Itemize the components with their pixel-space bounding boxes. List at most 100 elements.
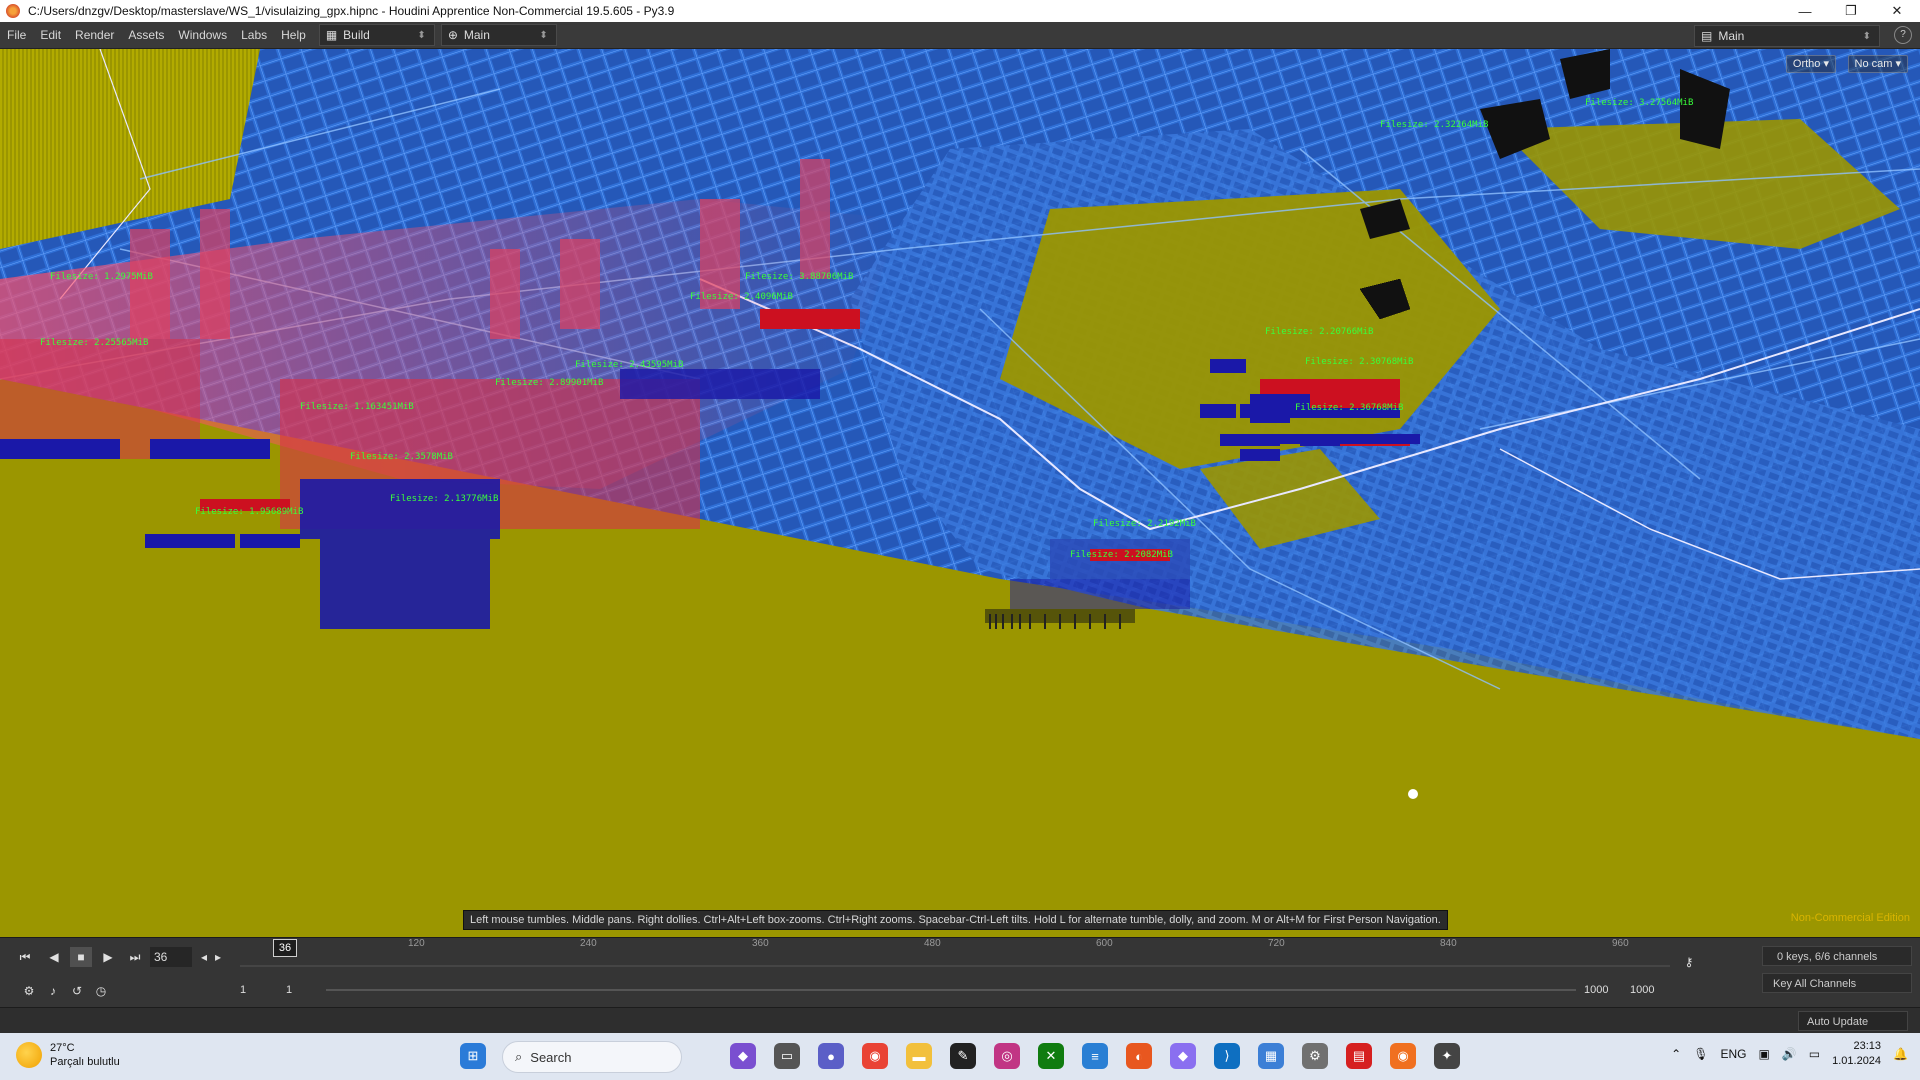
tick-label: 480 xyxy=(924,938,941,949)
filesize-label: Filesize: 1.2975MiB xyxy=(50,272,153,282)
noncommercial-label: Non-Commercial Edition xyxy=(1790,912,1910,924)
weather-widget[interactable]: 27°C Parçalı bulutlu xyxy=(16,1041,120,1069)
instagram-icon[interactable]: ◎ xyxy=(994,1043,1020,1069)
range-start-field-2[interactable]: 1 xyxy=(286,981,292,999)
volume-icon[interactable]: 🔊 xyxy=(1782,1047,1797,1061)
teams-icon[interactable]: ● xyxy=(818,1043,844,1069)
notepad-icon[interactable]: ≡ xyxy=(1082,1043,1108,1069)
filesize-label: Filesize: 2.2082MiB xyxy=(1070,550,1173,560)
git-icon[interactable]: ◆ xyxy=(1170,1043,1196,1069)
key-icon[interactable]: ⚷ xyxy=(1678,952,1700,972)
xbox-icon[interactable]: ✕ xyxy=(1038,1043,1064,1069)
houdini-app-icon xyxy=(6,4,20,18)
updown-arrows-icon: ⬍ xyxy=(417,29,426,41)
system-tray: ⌃ 🎙 ENG ▣ 🔊 ▭ 23:13 1.01.2024 🔔 xyxy=(1671,1039,1908,1069)
menu-windows[interactable]: Windows xyxy=(171,28,234,42)
tick-label: 240 xyxy=(580,938,597,949)
playhead[interactable]: 36 xyxy=(273,939,297,957)
menu-edit[interactable]: Edit xyxy=(33,28,68,42)
filesize-label: Filesize: 2.3578MiB xyxy=(350,452,453,462)
desktop-icon: ▤ xyxy=(1701,29,1713,43)
pdf-icon[interactable]: ▤ xyxy=(1346,1043,1372,1069)
weather-text: 27°C Parçalı bulutlu xyxy=(50,1041,120,1069)
key-all-channels-button[interactable]: Key All Channels xyxy=(1762,973,1912,993)
range-slider[interactable] xyxy=(326,989,1576,991)
next-key-icon[interactable]: ▸ xyxy=(212,947,224,967)
weather-temp: 27°C xyxy=(50,1042,75,1054)
current-frame-field[interactable]: 36 xyxy=(150,947,192,967)
realtime-toggle-icon[interactable]: ⚙ xyxy=(18,981,40,1001)
menu-labs[interactable]: Labs xyxy=(234,28,274,42)
play-icon[interactable]: ▶ xyxy=(97,947,119,967)
scene-render: Filesize: 1.2975MiB Filesize: 2.25565MiB… xyxy=(0,49,1920,937)
clock-icon[interactable]: ◷ xyxy=(90,981,112,1001)
filesize-label: Filesize: 1.163451MiB xyxy=(300,402,414,412)
updown-arrows-icon: ⬍ xyxy=(539,29,548,41)
battery-icon[interactable]: ▭ xyxy=(1809,1047,1820,1061)
notification-bell-icon[interactable]: 🔔 xyxy=(1893,1047,1908,1061)
taskbar-clock[interactable]: 23:13 1.01.2024 xyxy=(1832,1039,1881,1069)
chevron-up-icon[interactable]: ⌃ xyxy=(1671,1047,1681,1061)
houdini-taskbar-icon[interactable]: ◉ xyxy=(1390,1043,1416,1069)
davinci-icon[interactable]: ✦ xyxy=(1434,1043,1460,1069)
range-start-field[interactable]: 1 xyxy=(240,981,246,999)
file-explorer-icon[interactable]: ▬ xyxy=(906,1043,932,1069)
vscode-icon[interactable]: ⟩ xyxy=(1214,1043,1240,1069)
screen-icon[interactable]: ▦ xyxy=(1258,1043,1284,1069)
range-end-field-2[interactable]: 1000 xyxy=(1630,981,1654,999)
timeline-panel: ⏮ ◀ ■ ▶ ⏭ 36 ◂ ▸ 120 240 360 480 600 720… xyxy=(0,937,1920,1008)
minimize-button[interactable]: — xyxy=(1782,0,1828,22)
tick-label: 720 xyxy=(1268,938,1285,949)
status-bar: Auto Update xyxy=(0,1007,1920,1034)
auto-update-selector[interactable]: Auto Update xyxy=(1798,1011,1908,1031)
ortho-view-button[interactable]: Ortho ▾ xyxy=(1785,55,1836,73)
scene-viewport[interactable]: Filesize: 1.2975MiB Filesize: 2.25565MiB… xyxy=(0,49,1920,937)
range-end-field[interactable]: 1000 xyxy=(1584,981,1608,999)
windows-start-icon[interactable]: ⊞ xyxy=(460,1043,486,1069)
filesize-label: Filesize: 2.4096MiB xyxy=(690,292,793,302)
app-icon[interactable]: ✎ xyxy=(950,1043,976,1069)
filesize-label: Filesize: 2.30768MiB xyxy=(1305,357,1413,367)
menu-file[interactable]: File xyxy=(0,28,33,42)
build-desktop-label: Build xyxy=(343,28,370,42)
widgets-icon[interactable]: ◆ xyxy=(730,1043,756,1069)
prev-key-icon[interactable]: ◂ xyxy=(198,947,210,967)
help-icon[interactable]: ? xyxy=(1894,26,1912,44)
network-icon[interactable]: ▣ xyxy=(1758,1047,1769,1061)
filesize-label: Filesize: 1.95689MiB xyxy=(195,507,303,517)
main-desktop-selector[interactable]: ⊕ Main ⬍ xyxy=(440,24,557,46)
settings-icon[interactable]: ⚙ xyxy=(1302,1043,1328,1069)
taskbar-search[interactable]: ⌕ Search xyxy=(502,1041,682,1073)
chrome-icon[interactable]: ◉ xyxy=(862,1043,888,1069)
audio-icon[interactable]: ♪ xyxy=(42,981,64,1001)
menu-render[interactable]: Render xyxy=(68,28,121,42)
jump-end-icon[interactable]: ⏭ xyxy=(124,947,146,967)
window-titlebar[interactable]: C:/Users/dnzgv/Desktop/masterslave/WS_1/… xyxy=(0,0,1920,22)
updown-arrows-icon: ⬍ xyxy=(1862,30,1871,42)
language-indicator[interactable]: ENG xyxy=(1720,1047,1746,1061)
filesize-label: Filesize: 2.32264MiB xyxy=(1380,120,1488,130)
step-back-icon[interactable]: ◀ xyxy=(43,947,65,967)
windows-taskbar: 27°C Parçalı bulutlu ⊞ ⌕ Search ◆ ▭ ● ◉ … xyxy=(0,1033,1920,1080)
microphone-icon[interactable]: 🎙 xyxy=(1693,1047,1708,1061)
blender-icon[interactable]: ◐ xyxy=(1126,1043,1152,1069)
tick-label: 960 xyxy=(1612,938,1629,949)
keys-channels-field[interactable]: 0 keys, 6/6 channels xyxy=(1762,946,1912,966)
tick-label: 360 xyxy=(752,938,769,949)
close-button[interactable]: ✕ xyxy=(1874,0,1920,22)
right-desktop-selector[interactable]: ▤ Main ⬍ xyxy=(1694,25,1880,47)
build-desktop-selector[interactable]: ▦ Build ⬍ xyxy=(318,24,435,46)
loop-icon[interactable]: ↺ xyxy=(66,981,88,1001)
timeline-ruler[interactable]: 120 240 360 480 600 720 840 960 36 xyxy=(240,938,1670,972)
menu-help[interactable]: Help xyxy=(274,28,313,42)
menu-assets[interactable]: Assets xyxy=(121,28,171,42)
maximize-button[interactable]: ❐ xyxy=(1828,0,1874,22)
cursor-marker xyxy=(1408,789,1418,799)
stop-icon[interactable]: ■ xyxy=(70,947,92,967)
clock-time: 23:13 xyxy=(1853,1040,1882,1052)
camera-menu-button[interactable]: No cam ▾ xyxy=(1847,55,1908,73)
task-view-icon[interactable]: ▭ xyxy=(774,1043,800,1069)
tick-label: 120 xyxy=(408,938,425,949)
filesize-label: Filesize: 2.43595MiB xyxy=(575,360,683,370)
jump-start-icon[interactable]: ⏮ xyxy=(14,947,36,967)
